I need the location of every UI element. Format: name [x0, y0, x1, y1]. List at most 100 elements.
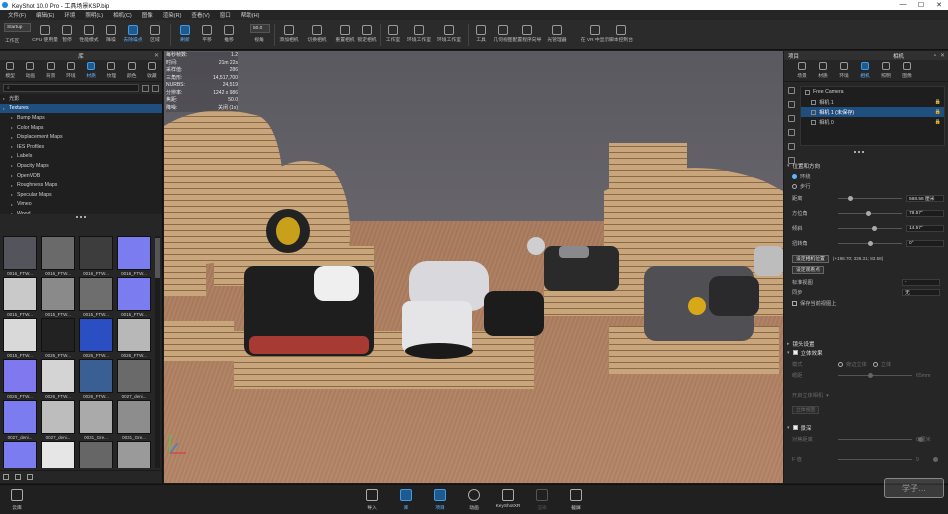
lock-icon[interactable]: 🔒: [935, 109, 941, 115]
menu-environment[interactable]: 环境: [64, 11, 75, 19]
tab-material[interactable]: 材质: [815, 62, 831, 79]
tree-item[interactable]: ▸ 光影: [0, 94, 162, 104]
camera-list-item[interactable]: 相机 1 (未保存) 🔒: [801, 107, 944, 117]
menu-image[interactable]: 图像: [142, 11, 153, 19]
tab-models[interactable]: 模型: [2, 62, 18, 79]
library-button[interactable]: 库: [393, 489, 419, 511]
camera-list-item[interactable]: Free Camera: [801, 87, 944, 97]
tree-item[interactable]: ▸ Vimeo: [0, 200, 162, 210]
tab-image[interactable]: 图像: [899, 62, 915, 79]
texture-thumbnail[interactable]: [79, 441, 113, 468]
search-icon[interactable]: [27, 473, 33, 480]
lock-icon[interactable]: 🔒: [935, 99, 941, 105]
camera-visibility-checkbox[interactable]: [811, 119, 816, 125]
texture-thumbnail[interactable]: 0026_FTW...: [79, 318, 113, 359]
panel-float-icon[interactable]: ▫: [934, 53, 936, 59]
tab-lighting[interactable]: 照明: [878, 62, 894, 79]
grid-view-icon[interactable]: [3, 473, 9, 480]
save-camera-icon[interactable]: [787, 129, 795, 136]
cloud-library-button[interactable]: 云库: [4, 489, 30, 511]
texture-thumbnail[interactable]: 0027_deni...: [41, 400, 75, 441]
vr-button[interactable]: 在 VR 中显示: [581, 22, 609, 48]
close-button[interactable]: ✕: [930, 1, 948, 9]
azimuth-slider[interactable]: [838, 211, 902, 216]
stereo-view-button[interactable]: 立体视图: [792, 405, 944, 414]
switch-camera-button[interactable]: 切换相机: [306, 22, 328, 48]
geometry-view-button[interactable]: 几何视图: [492, 22, 514, 48]
texture-thumbnail[interactable]: 0026_FTW...: [79, 359, 113, 400]
tab-materials[interactable]: 材质: [83, 62, 99, 79]
region-button[interactable]: 区域: [144, 22, 166, 48]
pause-button[interactable]: 暂停: [56, 22, 78, 48]
stereo-section[interactable]: ▾ 立体效果: [787, 348, 945, 357]
tab-favorites[interactable]: 收藏: [144, 62, 160, 79]
texture-thumbnail[interactable]: 0027_deni...: [3, 400, 37, 441]
expand-icon[interactable]: [152, 84, 159, 92]
panel-close-icon[interactable]: ✕: [940, 52, 945, 59]
menu-help[interactable]: 帮助(H): [241, 11, 260, 19]
texture-thumbnail[interactable]: 0027_deni...: [117, 359, 151, 400]
pan-button[interactable]: 平移: [196, 22, 218, 48]
fov-input[interactable]: 50.0: [250, 24, 270, 33]
tab-colors[interactable]: 颜色: [124, 62, 140, 79]
thumbnail-scrollbar[interactable]: [155, 236, 160, 468]
tools-button[interactable]: 工具: [470, 22, 492, 48]
texture-thumbnail[interactable]: 0016_FTW...: [79, 236, 113, 277]
refresh-button[interactable]: 刷新: [174, 22, 196, 48]
camera-visibility-checkbox[interactable]: [811, 109, 816, 115]
environment-studio-button[interactable]: 环境工作室: [407, 22, 431, 48]
texture-thumbnail[interactable]: 0015_FTW...: [3, 318, 37, 359]
menu-edit[interactable]: 编辑(E): [36, 11, 54, 19]
light-manager-button[interactable]: 光管理器: [546, 22, 568, 48]
texture-thumbnail[interactable]: 0016_FTW...: [41, 236, 75, 277]
add-camera-icon[interactable]: [787, 87, 795, 94]
performance-mode-button[interactable]: 性能模式: [78, 22, 100, 48]
reset-camera-icon[interactable]: [787, 143, 795, 150]
screenshot-button[interactable]: 截屏: [563, 489, 589, 511]
library-search-input[interactable]: ⌕: [3, 84, 139, 92]
configurator-wizard-button[interactable]: 配置程序向导: [513, 22, 541, 48]
standard-view-select[interactable]: -: [902, 279, 940, 286]
texture-thumbnail[interactable]: 0016_FTW...: [117, 236, 151, 277]
texture-thumbnail[interactable]: 0026_FTW...: [3, 359, 37, 400]
texture-thumbnail[interactable]: 0026_FTW...: [117, 318, 151, 359]
render-viewport[interactable]: 每秒帧数: 1.2 时间: 21m 22s 采样值: 286 三角形: 14,517,700 N…: [164, 51, 783, 483]
minimize-button[interactable]: —: [894, 1, 912, 9]
tree-item[interactable]: ▸ Roughness Maps: [0, 180, 162, 190]
tab-scene[interactable]: 场景: [794, 62, 810, 79]
tab-textures[interactable]: 纹理: [103, 62, 119, 79]
walk-radio[interactable]: 步行: [792, 182, 944, 191]
maximize-button[interactable]: ☐: [912, 1, 930, 9]
menu-lighting[interactable]: 照明(L): [85, 11, 103, 19]
twist-slider[interactable]: [838, 241, 902, 246]
add-camera-button[interactable]: 添加相机: [278, 22, 300, 48]
tab-environments[interactable]: 环境: [63, 62, 79, 79]
stereo-camera-row[interactable]: 开启立体相机 ▾: [792, 391, 944, 400]
tree-item[interactable]: ▸ IES Profiles: [0, 142, 162, 152]
texture-thumbnail[interactable]: 0031_Gre...: [79, 400, 113, 441]
studio-button[interactable]: 工作室: [382, 22, 404, 48]
tree-item[interactable]: ▸ Color Maps: [0, 123, 162, 133]
set-camera-position-button[interactable]: 设定相机位置: [792, 254, 829, 263]
texture-thumbnail[interactable]: 0015_FTW...: [3, 277, 37, 318]
texture-thumbnail[interactable]: 0026_FTW...: [41, 359, 75, 400]
set-look-at-button[interactable]: 设定观看点: [792, 265, 824, 274]
import-button[interactable]: 导入: [359, 489, 385, 511]
menu-file[interactable]: 文件(F): [8, 11, 26, 19]
dolly-button[interactable]: 推移: [218, 22, 240, 48]
splitter-handle[interactable]: [854, 149, 864, 155]
distance-input[interactable]: 568.56 厘米: [906, 195, 944, 202]
animation-button[interactable]: 动画: [461, 489, 487, 511]
tab-animation[interactable]: 动画: [22, 62, 38, 79]
inclination-slider[interactable]: [838, 226, 902, 231]
workspace-select[interactable]: Startup: [4, 23, 31, 32]
tree-item[interactable]: ▸ Bump Maps: [0, 113, 162, 123]
tab-backgrounds[interactable]: 背景: [43, 62, 59, 79]
menu-view[interactable]: 查看(V): [191, 11, 209, 19]
texture-thumbnail[interactable]: [117, 441, 151, 468]
collapse-icon[interactable]: [142, 84, 149, 92]
gpu-button[interactable]: 去除噪点: [122, 22, 144, 48]
twist-input[interactable]: 0°: [906, 240, 944, 247]
tab-camera[interactable]: 相机: [857, 62, 873, 79]
tree-item[interactable]: ▸ Labels: [0, 152, 162, 162]
